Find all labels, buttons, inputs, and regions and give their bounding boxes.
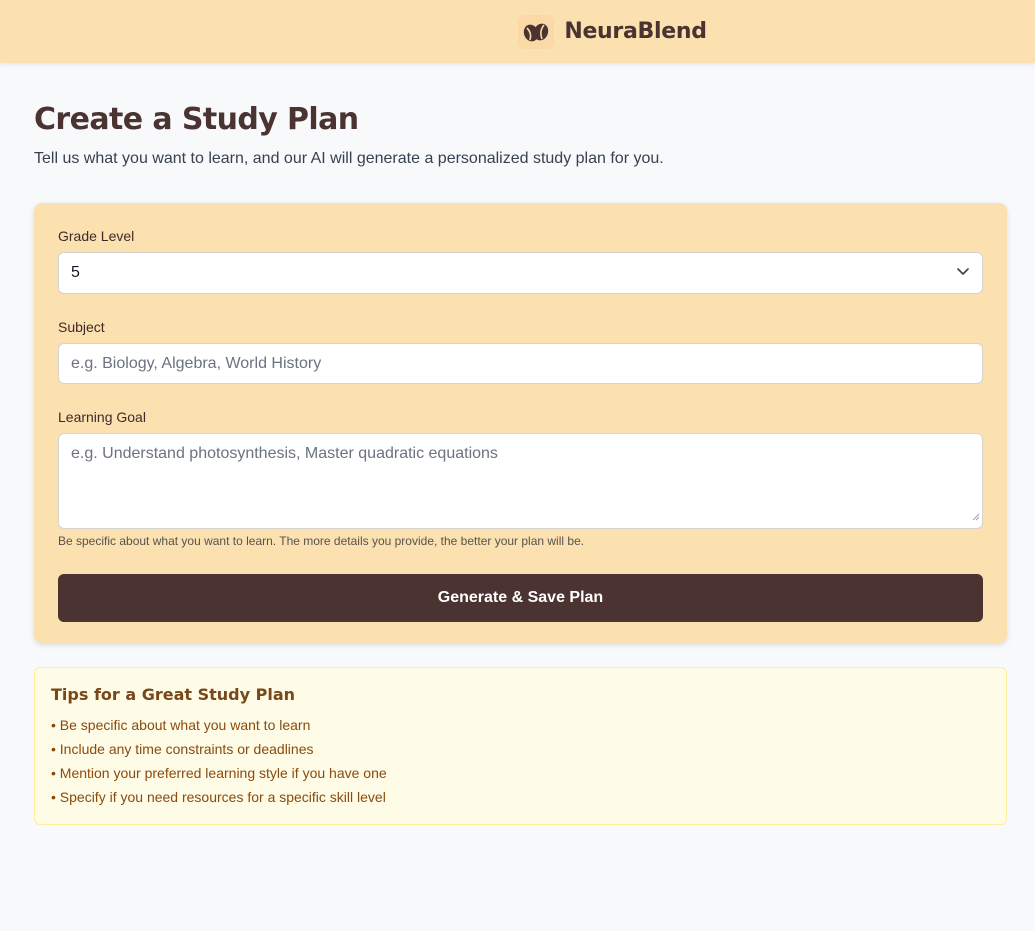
grade-level-select[interactable]: 5 — [58, 252, 983, 294]
tip-item: • Mention your preferred learning style … — [51, 765, 387, 781]
learning-goal-placeholder: e.g. Understand photosynthesis, Master q… — [71, 445, 498, 462]
chevron-down-icon — [956, 264, 970, 283]
grade-level-value: 5 — [71, 264, 80, 281]
learning-goal-label: Learning Goal — [58, 409, 146, 425]
subject-input[interactable]: e.g. Biology, Algebra, World History — [58, 343, 983, 384]
tip-item: • Specify if you need resources for a sp… — [51, 789, 386, 805]
brand-name: NeuraBlend — [564, 19, 707, 44]
tip-item: • Include any time constraints or deadli… — [51, 741, 314, 757]
coffee-bean-icon — [518, 14, 555, 49]
tip-item: • Be specific about what you want to lea… — [51, 717, 311, 733]
learning-goal-textarea[interactable]: e.g. Understand photosynthesis, Master q… — [58, 433, 983, 529]
study-plan-form: Grade Level 5 Subject e.g. Biology, Alge… — [34, 203, 1007, 643]
subject-label: Subject — [58, 319, 105, 335]
subject-placeholder: e.g. Biology, Algebra, World History — [71, 354, 322, 372]
page-subtitle: Tell us what you want to learn, and our … — [34, 150, 664, 167]
resize-grip-icon[interactable] — [971, 508, 980, 526]
brand[interactable]: NeuraBlend — [518, 14, 707, 49]
generate-save-plan-button[interactable]: Generate & Save Plan — [58, 574, 983, 622]
page-title: Create a Study Plan — [34, 102, 359, 137]
tips-title: Tips for a Great Study Plan — [51, 685, 296, 704]
top-header: NeuraBlend — [0, 0, 1035, 63]
tips-panel: Tips for a Great Study Plan • Be specifi… — [34, 667, 1007, 825]
grade-level-label: Grade Level — [58, 228, 135, 244]
learning-goal-help: Be specific about what you want to learn… — [58, 534, 585, 548]
tips-list: • Be specific about what you want to lea… — [51, 713, 990, 809]
main-content: Create a Study Plan Tell us what you wan… — [34, 100, 1007, 825]
